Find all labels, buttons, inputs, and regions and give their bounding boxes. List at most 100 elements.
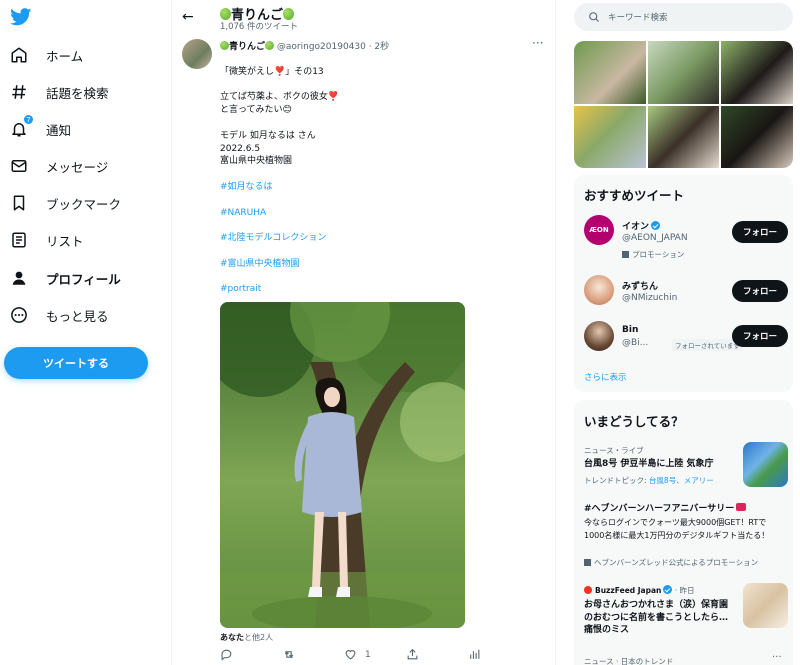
nav-label: プロフィール <box>46 271 121 287</box>
aeon-logo-avatar[interactable]: ÆON <box>584 215 614 245</box>
tweet-photo[interactable] <box>220 302 465 628</box>
person-icon <box>8 267 30 289</box>
nav-lists[interactable]: リスト <box>8 225 84 255</box>
nav-label: メッセージ <box>46 159 109 175</box>
recommended-panel: おすすめツイート ÆON イオン @AEON_JAPAN プロモーション フォロ… <box>574 175 793 392</box>
hashtag-icon <box>8 81 30 103</box>
promoted-text: ヘブンバーンズレッド公式によるプロモーション <box>594 558 759 567</box>
left-sidebar: ホーム 話題を検索 7 通知 メッセージ ブックマーク リスト プロフィール も… <box>0 0 172 665</box>
user-handle[interactable]: @Bi... <box>622 338 648 348</box>
notification-badge: 7 <box>23 114 34 125</box>
follow-button[interactable]: フォロー <box>732 325 788 347</box>
trend-topic-link[interactable]: 台風8号 <box>649 476 676 485</box>
nav-messages[interactable]: メッセージ <box>8 151 108 181</box>
analytics-icon <box>470 649 480 659</box>
liked-by-text[interactable]: あなたと他2人 <box>220 632 273 643</box>
nav-bookmarks[interactable]: ブックマーク <box>8 188 121 218</box>
nav-label: ホーム <box>46 48 84 64</box>
promo-badge-icon <box>736 503 747 511</box>
nav-label: もっと見る <box>46 308 109 324</box>
user-avatar[interactable] <box>584 275 614 305</box>
gallery-thumbnail[interactable] <box>648 41 719 104</box>
search-placeholder: キーワード検索 <box>608 13 668 23</box>
nav-notifications[interactable]: 7 通知 <box>8 114 71 144</box>
gallery-thumbnail[interactable] <box>574 106 646 168</box>
tweet-text: 「微笑がえし❣️」その13 立てば芍薬よ、ボクの彼女❣️ と言ってみたい😊 モデ… <box>220 66 340 167</box>
gallery-thumbnail[interactable] <box>648 106 719 168</box>
heart-icon <box>345 650 356 660</box>
green-apple-icon <box>220 8 231 20</box>
news-source-name[interactable]: BuzzFeed Japan <box>595 586 661 595</box>
list-icon <box>8 229 30 251</box>
tweet-button[interactable]: ツイートする <box>4 347 148 379</box>
hashtag-link[interactable]: #如月なるは <box>220 181 540 194</box>
gallery-thumbnail[interactable] <box>574 41 646 104</box>
hashtag-link[interactable]: #北陸モデルコレクション <box>220 232 540 245</box>
user-handle[interactable]: @NMizuchin <box>622 293 677 303</box>
user-name[interactable]: Bin <box>622 325 638 335</box>
promoted-icon <box>622 251 629 258</box>
promoted-label: プロモーション <box>622 249 684 260</box>
home-icon <box>8 44 30 66</box>
mail-icon <box>8 155 30 177</box>
green-apple-icon <box>265 41 275 50</box>
nav-label: リスト <box>46 233 84 249</box>
trend-title[interactable]: お母さんおつかれさま（涙）保育園のおむつに名前を書こうとしたら…痛恨のミス <box>584 599 736 637</box>
hashtag-link[interactable]: #富山県中央植物園 <box>220 258 540 271</box>
analytics-button[interactable] <box>468 648 481 661</box>
author-name[interactable]: 青りんご <box>229 42 265 52</box>
like-count: 1 <box>365 649 371 660</box>
twitter-logo-icon[interactable] <box>10 8 32 26</box>
show-more-link[interactable]: さらに表示 <box>584 371 627 383</box>
nav-label: ブックマーク <box>46 196 122 212</box>
trend-title-text: #ヘブンバーンハーフアニバーサリー <box>584 504 735 514</box>
nav-profile[interactable]: プロフィール <box>8 263 121 293</box>
author-avatar[interactable] <box>182 39 212 69</box>
hashtag-link[interactable]: #portrait <box>220 283 540 296</box>
like-button[interactable]: 1 <box>344 648 371 661</box>
typhoon-map-thumbnail[interactable] <box>743 442 788 487</box>
user-handle[interactable]: @AEON_JAPAN <box>622 233 688 243</box>
trend-title[interactable]: #ヘブンバーンハーフアニバーサリー <box>584 503 784 516</box>
author-handle-time[interactable]: @aoringo20190430 · 2秒 <box>277 42 389 52</box>
trend-meta: ニュース・ライブ <box>584 446 644 455</box>
retweet-icon <box>284 651 294 658</box>
back-arrow-icon[interactable]: ← <box>182 9 194 25</box>
user-avatar[interactable] <box>584 321 614 351</box>
trend-topics: トレンドトピック: 台風8号、メアリー <box>584 475 714 486</box>
reply-button[interactable] <box>220 648 233 661</box>
share-button[interactable] <box>406 648 419 661</box>
search-icon <box>589 12 599 22</box>
profile-header: ← 青りんご 1,076 件のツイート <box>172 0 556 34</box>
nav-label: 通知 <box>46 122 72 138</box>
user-name[interactable]: イオン <box>622 219 661 232</box>
search-box[interactable]: キーワード検索 <box>574 3 793 31</box>
user-name[interactable]: みずちん <box>622 279 658 292</box>
nav-home[interactable]: ホーム <box>8 40 83 70</box>
verified-icon <box>651 221 661 230</box>
hashtag-link[interactable]: #NARUHA <box>220 207 540 220</box>
follow-button[interactable]: フォロー <box>732 280 788 302</box>
trends-panel: いまどうしてる？ ニュース・ライブ 台風8号 伊豆半島に上陸 気象庁 トレンドト… <box>574 400 793 665</box>
bell-icon: 7 <box>8 114 34 140</box>
trend-title[interactable]: 台風8号 伊豆半島に上陸 気象庁 <box>584 458 734 471</box>
liked-by-others: と他2人 <box>244 633 274 642</box>
liked-by-you: あなた <box>220 633 244 642</box>
bookmark-icon <box>8 192 30 214</box>
promoted-label: ヘブンバーンズレッド公式によるプロモーション <box>584 557 758 568</box>
nav-more[interactable]: もっと見る <box>8 300 109 330</box>
trend-topic-prefix: トレンドトピック: <box>584 476 649 485</box>
green-apple-icon <box>220 41 229 50</box>
gallery-thumbnail[interactable] <box>721 106 793 168</box>
trend-topic-link[interactable]: メアリー <box>684 476 714 485</box>
retweet-button[interactable] <box>282 648 296 661</box>
diaper-photo-thumbnail[interactable] <box>743 583 788 628</box>
media-gallery[interactable] <box>574 41 793 168</box>
more-circle-icon <box>8 304 30 326</box>
follow-button[interactable]: フォロー <box>732 221 788 243</box>
nav-explore[interactable]: 話題を検索 <box>8 77 109 107</box>
gallery-thumbnail[interactable] <box>721 41 793 104</box>
promoted-text: プロモーション <box>632 250 685 259</box>
more-options-icon[interactable]: ··· <box>772 652 782 663</box>
more-options-icon[interactable]: ··· <box>532 36 543 50</box>
